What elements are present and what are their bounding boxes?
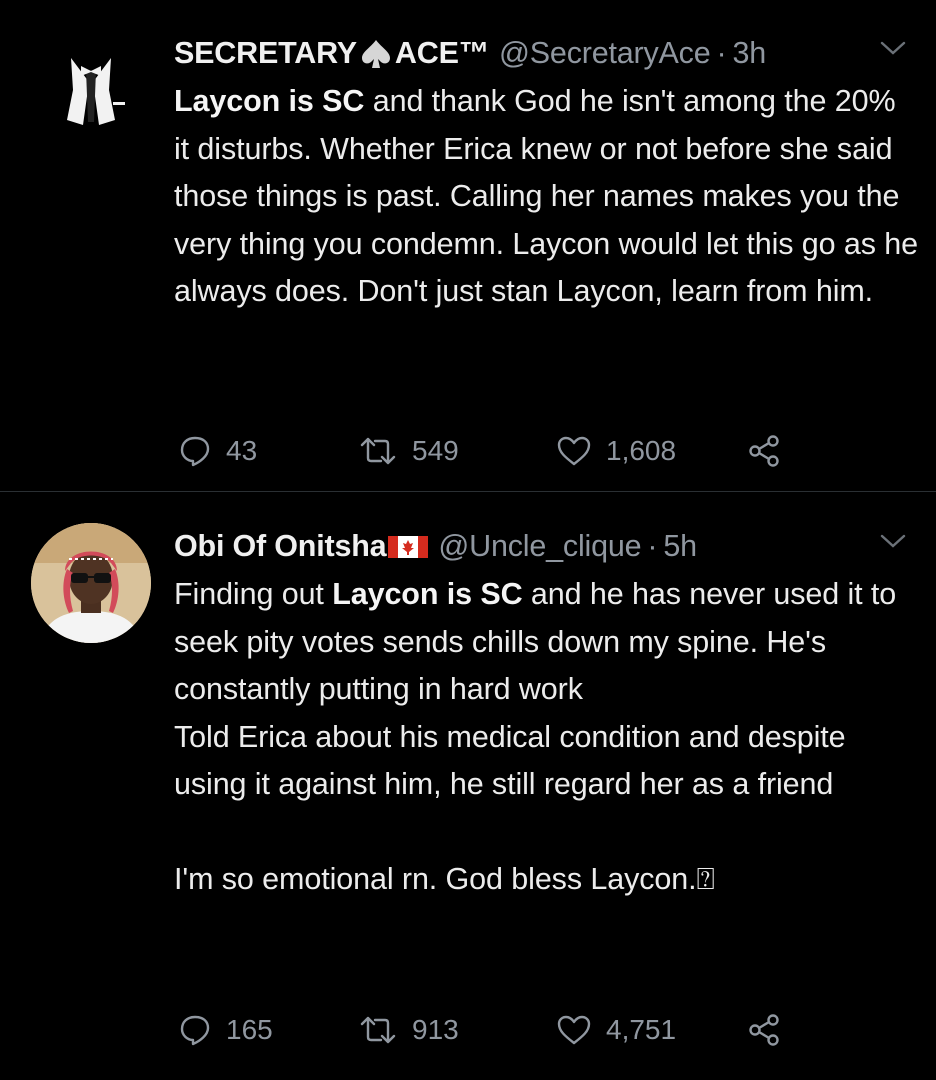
tweet-time[interactable]: 5h <box>663 529 697 564</box>
tweet-actions: 165 913 4,751 <box>174 1005 936 1055</box>
retweet-icon <box>360 437 396 465</box>
avatar[interactable] <box>31 523 151 643</box>
heart-icon <box>557 436 591 466</box>
tweet-text: Laycon is SC and thank God he isn't amon… <box>174 78 918 316</box>
bold-text: Laycon is SC <box>332 577 523 611</box>
share-icon <box>749 435 779 467</box>
tweet-actions: 43 549 1,608 <box>174 426 936 476</box>
share-button[interactable] <box>746 1005 782 1055</box>
tweet-header: Obi Of Onitsha @Uncle_clique · 5h <box>174 521 918 571</box>
tweet[interactable]: SECRETARY ACE™ @SecretaryAce · 3h Laycon … <box>0 0 936 492</box>
tweet[interactable]: Obi Of Onitsha @Uncle_clique · 5h Findin… <box>0 493 936 1080</box>
like-count: 1,608 <box>606 435 677 466</box>
author-name-part: ACE™ <box>394 35 490 70</box>
tweet-time[interactable]: 3h <box>732 36 766 71</box>
missing-glyph: ⍰ <box>696 862 715 896</box>
author-handle[interactable]: @SecretaryAce <box>499 36 711 71</box>
spade-icon <box>361 40 390 69</box>
retweet-button[interactable]: 913 <box>358 1005 459 1055</box>
retweet-count: 549 <box>412 435 459 466</box>
separator-dot: · <box>716 35 727 70</box>
like-button[interactable]: 1,608 <box>556 426 676 476</box>
author-name-part: Obi Of Onitsha <box>174 528 387 563</box>
retweet-icon <box>360 1016 396 1044</box>
tuxedo-avatar-icon <box>31 30 151 150</box>
bold-text: Laycon is SC <box>174 84 365 118</box>
reply-count: 165 <box>226 1014 273 1045</box>
tweet-text-segment: Finding out <box>174 577 333 611</box>
author-handle[interactable]: @Uncle_clique <box>438 529 641 564</box>
avatar[interactable] <box>31 30 151 150</box>
tweet-content: SECRETARY ACE™ @SecretaryAce · 3h Laycon … <box>174 28 918 316</box>
canada-flag-icon <box>388 536 429 559</box>
like-count: 4,751 <box>606 1014 677 1045</box>
tweet-text-segment: and he has never used it to seek pity vo… <box>174 577 897 896</box>
retweet-count: 913 <box>412 1014 459 1045</box>
like-button[interactable]: 4,751 <box>556 1005 676 1055</box>
share-icon <box>749 1014 779 1046</box>
author-name-part: SECRETARY <box>174 35 357 70</box>
tweet-content: Obi Of Onitsha @Uncle_clique · 5h Findin… <box>174 521 918 904</box>
chevron-down-icon[interactable] <box>880 533 906 549</box>
author-name[interactable]: Obi Of Onitsha <box>174 528 429 564</box>
reply-icon <box>180 436 210 467</box>
reply-icon <box>180 1015 210 1046</box>
chevron-down-icon[interactable] <box>880 40 906 56</box>
reply-button[interactable]: 165 <box>178 1005 273 1055</box>
retweet-button[interactable]: 549 <box>358 426 459 476</box>
profile-photo-icon <box>31 523 151 643</box>
tweet-text: Finding out Laycon is SC and he has neve… <box>174 571 918 904</box>
timeline: SECRETARY ACE™ @SecretaryAce · 3h Laycon … <box>0 0 936 1080</box>
share-button[interactable] <box>746 426 782 476</box>
heart-icon <box>557 1015 591 1045</box>
tweet-header: SECRETARY ACE™ @SecretaryAce · 3h <box>174 28 918 78</box>
author-name[interactable]: SECRETARY ACE™ <box>174 36 489 71</box>
reply-button[interactable]: 43 <box>178 426 257 476</box>
separator-dot: · <box>647 528 658 563</box>
reply-count: 43 <box>226 435 258 466</box>
